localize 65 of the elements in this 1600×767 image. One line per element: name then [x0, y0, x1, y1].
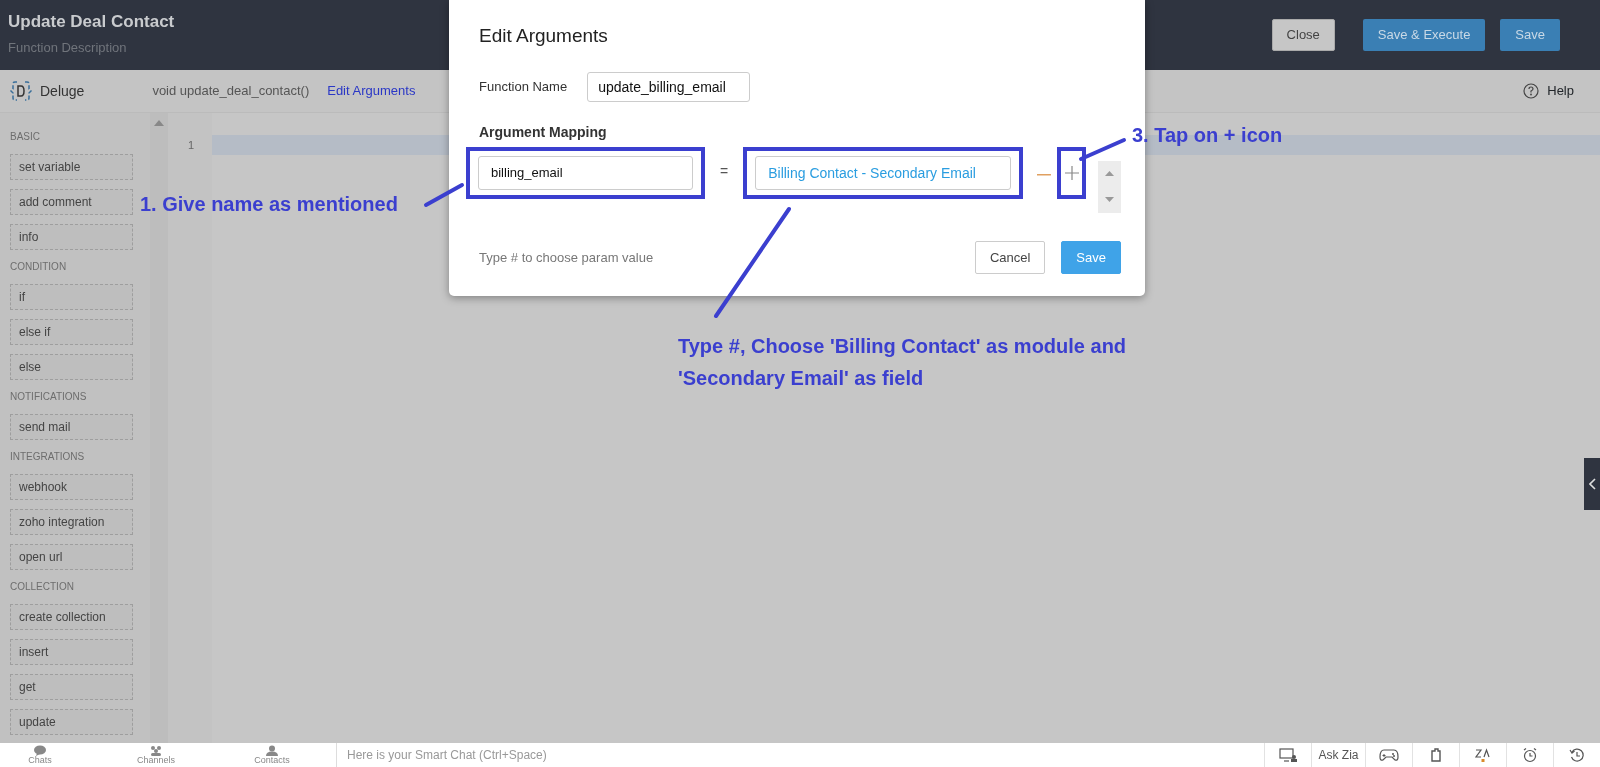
- chevron-left-icon: [1588, 478, 1596, 490]
- snippet-item[interactable]: send mail: [10, 414, 133, 440]
- collapse-tab[interactable]: [1584, 458, 1600, 510]
- section-heading: INTEGRATIONS: [10, 450, 86, 464]
- dialog-title: Edit Arguments: [479, 24, 609, 48]
- snippet-item[interactable]: get: [10, 674, 133, 700]
- snippet-item[interactable]: add comment: [10, 189, 133, 215]
- snippet-item[interactable]: update: [10, 709, 133, 735]
- ask-zia-button[interactable]: Ask Zia: [1311, 743, 1365, 767]
- field-label: Function Name: [479, 77, 568, 96]
- notepad-icon[interactable]: [1430, 748, 1442, 762]
- snippet-item[interactable]: zoho integration: [10, 509, 133, 535]
- gamepad-icon[interactable]: [1379, 748, 1399, 762]
- snippet-item[interactable]: insert: [10, 639, 133, 665]
- annotation-text: 1. Give name as mentioned: [140, 192, 398, 217]
- argument-value-field[interactable]: Billing Contact - Secondary Email: [755, 155, 1012, 190]
- language-label: Deluge: [40, 81, 85, 101]
- edit-arguments-link[interactable]: Edit Arguments: [327, 81, 416, 101]
- section-heading: BASIC: [10, 130, 41, 144]
- snippet-item[interactable]: open url: [10, 544, 133, 570]
- annotation-text: 3. Tap on + icon: [1132, 123, 1283, 148]
- chat-bubble-icon[interactable]: [33, 745, 47, 756]
- cancel-button[interactable]: Cancel: [974, 240, 1046, 274]
- function-signature: void update_deal_contact(): [152, 82, 310, 101]
- minus-icon[interactable]: [1037, 173, 1052, 176]
- argument-name-field[interactable]: billing_email: [478, 155, 693, 190]
- section-heading: COLLECTION: [10, 580, 75, 594]
- save-button[interactable]: Save: [1500, 19, 1560, 51]
- snippet-item[interactable]: if: [10, 284, 133, 310]
- snippet-item[interactable]: set variable: [10, 154, 133, 180]
- history-icon[interactable]: [1569, 747, 1585, 763]
- help-link[interactable]: Help: [1547, 81, 1574, 101]
- alarm-clock-icon[interactable]: [1522, 747, 1538, 763]
- annotation-text: Type #, Choose 'Billing Contact' as module and 'Secondary Email' as field: [678, 334, 1128, 391]
- tab-label[interactable]: Channels: [137, 756, 175, 765]
- person-icon[interactable]: [265, 745, 279, 756]
- section-label: Argument Mapping: [479, 122, 608, 142]
- equals-sign: =: [720, 161, 729, 181]
- reorder-control[interactable]: [1098, 160, 1121, 213]
- snippet-item[interactable]: webhook: [10, 474, 133, 500]
- snippet-item[interactable]: create collection: [10, 604, 133, 630]
- section-heading: CONDITION: [10, 260, 68, 274]
- leader-line: [424, 183, 464, 207]
- deluge-logo-icon: [10, 80, 32, 102]
- function-name-field[interactable]: update_billing_email: [587, 71, 751, 102]
- zia-icon[interactable]: [1475, 747, 1491, 763]
- help-icon[interactable]: [1523, 83, 1540, 99]
- tab-label[interactable]: Contacts: [254, 756, 290, 765]
- section-heading: NOTIFICATIONS: [10, 390, 88, 404]
- scroll-up-icon[interactable]: [154, 120, 164, 126]
- down-arrow-icon[interactable]: [1105, 197, 1115, 202]
- people-icon[interactable]: [149, 745, 163, 756]
- line-number: 1: [186, 138, 194, 153]
- snippet-item[interactable]: else if: [10, 319, 133, 345]
- save-button[interactable]: Save & Execute: [1362, 19, 1486, 51]
- close-button[interactable]: Close: [1271, 19, 1335, 51]
- hint-text: Type # to choose param value: [479, 248, 655, 267]
- tab-label[interactable]: Chats: [28, 756, 52, 765]
- up-arrow-icon[interactable]: [1105, 171, 1115, 176]
- snippet-item[interactable]: else: [10, 354, 133, 380]
- page-title: Update Deal Contact: [8, 12, 176, 33]
- monitor-icon[interactable]: [1279, 748, 1297, 762]
- plus-icon[interactable]: [1064, 165, 1079, 180]
- function-description: Function Description: [8, 39, 128, 58]
- snippet-item[interactable]: info: [10, 224, 133, 250]
